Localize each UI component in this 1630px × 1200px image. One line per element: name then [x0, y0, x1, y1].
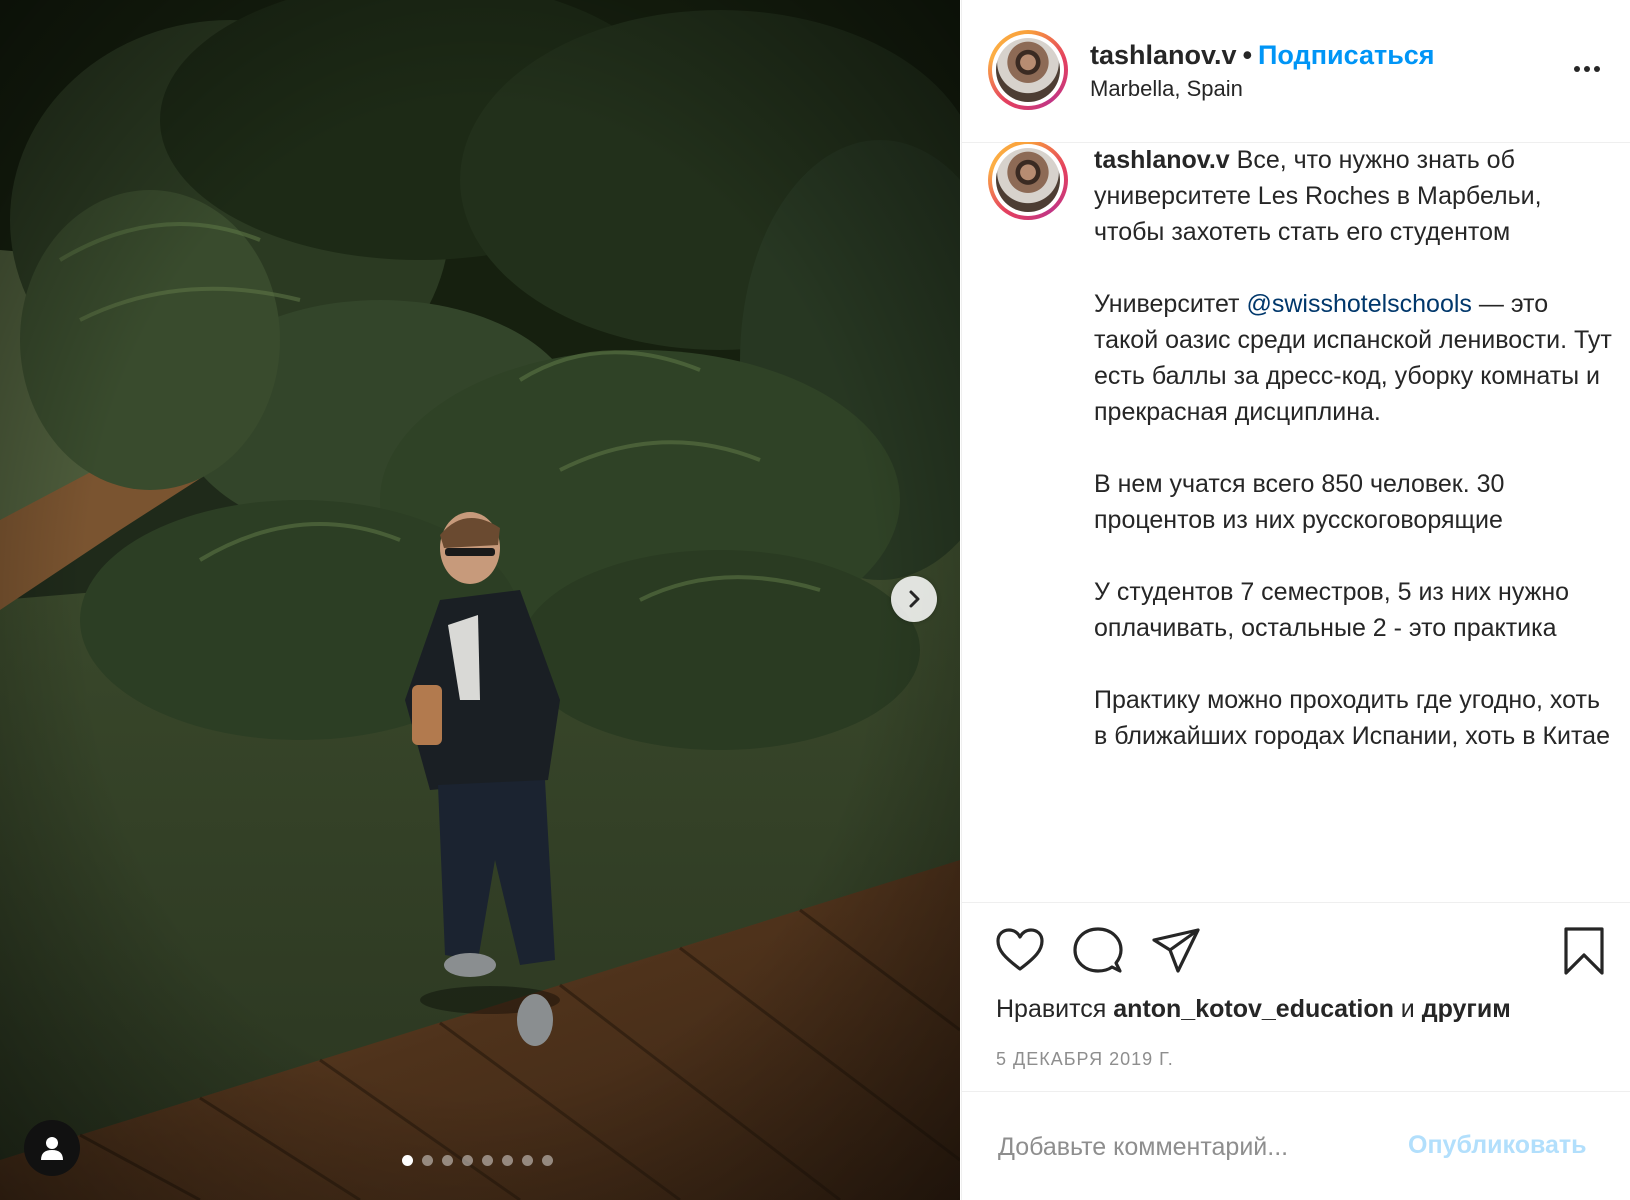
- share-paper-plane-icon[interactable]: [1150, 925, 1202, 977]
- caption-text: tashlanov.v Все, что нужно знать об унив…: [1094, 142, 1614, 790]
- publish-button[interactable]: Опубликовать: [1408, 1131, 1587, 1160]
- comment-icon[interactable]: [1072, 925, 1124, 977]
- header-username[interactable]: tashlanov.v: [1090, 40, 1237, 70]
- carousel-dot: [402, 1155, 413, 1166]
- tagged-users-button[interactable]: [24, 1120, 80, 1176]
- caption-paragraph-2: Университет @swisshotelschools — это так…: [1094, 286, 1614, 430]
- carousel-dot: [542, 1155, 553, 1166]
- follow-button[interactable]: Подписаться: [1258, 40, 1435, 70]
- caption-p2-before: Университет: [1094, 290, 1247, 318]
- post-photo[interactable]: [0, 0, 960, 1200]
- likes-user[interactable]: anton_kotov_education: [1113, 995, 1394, 1023]
- caption-paragraph-3: В нем учатся всего 850 человек. 30 проце…: [1094, 470, 1505, 534]
- post-date[interactable]: 5 ДЕКАБРЯ 2019 Г.: [996, 1049, 1174, 1070]
- caption-paragraph-5: Практику можно проходить где угодно, хот…: [1094, 686, 1610, 750]
- carousel-dot: [462, 1155, 473, 1166]
- heart-icon[interactable]: [994, 925, 1046, 977]
- post-location[interactable]: Marbella, Spain: [1090, 76, 1243, 102]
- next-slide-button[interactable]: [891, 576, 937, 622]
- carousel-dot: [482, 1155, 493, 1166]
- post-caption: tashlanov.v Все, что нужно знать об унив…: [962, 142, 1630, 902]
- post-header: tashlanov.v • Подписаться Marbella, Spain: [962, 0, 1630, 143]
- post-image: [0, 0, 960, 1200]
- header-separator: •: [1242, 40, 1253, 70]
- header-avatar[interactable]: [988, 30, 1068, 110]
- bookmark-icon[interactable]: [1558, 925, 1610, 977]
- likes-others[interactable]: другим: [1422, 995, 1511, 1023]
- caption-intro: tashlanov.v Все, что нужно знать об унив…: [1094, 142, 1614, 250]
- caption-paragraph-4: У студентов 7 семестров, 5 из них нужно …: [1094, 578, 1570, 642]
- chevron-right-icon: [909, 590, 920, 608]
- likes-summary[interactable]: Нравится anton_kotov_education и другим: [996, 995, 1511, 1024]
- carousel-dot: [422, 1155, 433, 1166]
- caption-username[interactable]: tashlanov.v: [1094, 146, 1230, 174]
- mention-link[interactable]: @swisshotelschools: [1246, 290, 1471, 318]
- post-actions: Нравится anton_kotov_education и другим …: [962, 902, 1630, 1092]
- carousel-dot: [502, 1155, 513, 1166]
- user-tag-icon: [41, 1137, 63, 1160]
- carousel-dot: [442, 1155, 453, 1166]
- caption-avatar[interactable]: [988, 142, 1068, 220]
- carousel-indicators: [402, 1155, 553, 1166]
- likes-prefix: Нравится: [996, 995, 1114, 1023]
- post-details-panel: tashlanov.v • Подписаться Marbella, Spain …: [961, 0, 1630, 1200]
- comment-bar: Опубликовать: [962, 1091, 1630, 1200]
- comment-input[interactable]: [996, 1121, 1400, 1173]
- more-options-icon[interactable]: [1567, 54, 1607, 84]
- likes-middle: и: [1393, 995, 1422, 1023]
- carousel-dot: [522, 1155, 533, 1166]
- header-user-line: tashlanov.v • Подписаться: [1090, 40, 1435, 71]
